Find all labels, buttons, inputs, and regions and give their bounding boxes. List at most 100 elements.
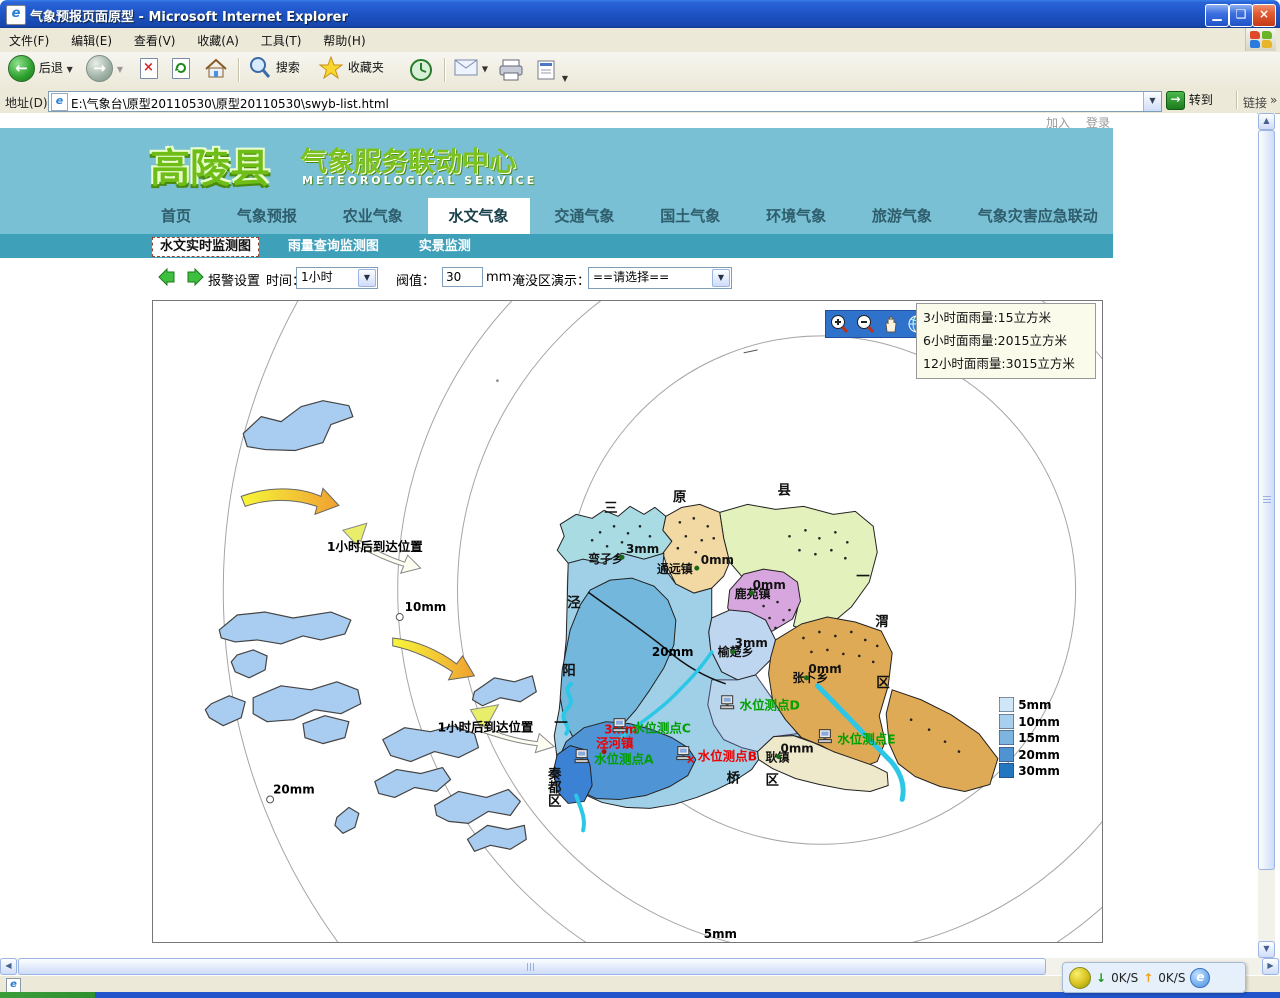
edit-icon	[536, 59, 558, 81]
char-yang: 阳	[562, 663, 575, 679]
title-bar: e 气象预报页面原型 - Microsoft Internet Explorer…	[0, 0, 1280, 28]
rain-gengzhen: 0mm	[781, 742, 814, 756]
network-speed-widget[interactable]: ↓ 0K/S ↑ 0K/S e	[1062, 962, 1246, 993]
refresh-button[interactable]	[172, 58, 190, 88]
subnav-rainfall-query[interactable]: 雨量查询监测图	[281, 238, 386, 256]
home-button[interactable]	[204, 57, 228, 87]
flood-demo-label: 淹没区演示：	[512, 270, 590, 289]
station-E-pc-icon	[818, 730, 831, 743]
menu-view[interactable]: 查看(V)	[125, 28, 185, 53]
favorites-label: 收藏夹	[348, 61, 384, 75]
upload-arrow-icon: ↑	[1143, 971, 1153, 985]
menu-file[interactable]: 文件(F)	[0, 28, 58, 53]
pager-arrows[interactable]	[158, 268, 204, 286]
time-select-dropdown-icon[interactable]: ▼	[358, 269, 376, 287]
go-button[interactable]: → 转到	[1166, 91, 1213, 111]
station-B[interactable]: × 水位测点B	[677, 747, 757, 767]
menu-tools[interactable]: 工具(T)	[252, 28, 311, 53]
label-jinghezhen: 泾河镇	[596, 736, 634, 751]
threshold-input[interactable]: 30	[442, 267, 483, 287]
edit-dropdown-icon[interactable]: ▼	[562, 74, 568, 83]
nav-tab-land[interactable]: 国土气象	[639, 198, 741, 234]
legend-row: 30mm	[999, 763, 1060, 780]
time-select[interactable]: 1小时 ▼	[296, 267, 378, 289]
legend-label-20mm: 20mm	[1018, 748, 1060, 762]
char-qu-right: 区	[876, 675, 890, 691]
minimize-button[interactable]: ▁	[1205, 4, 1229, 27]
horizontal-scroll-thumb[interactable]	[18, 958, 1046, 975]
station-D-pc-icon	[721, 696, 734, 709]
threshold-unit: mm	[486, 270, 511, 285]
go-arrow-icon: →	[1166, 91, 1185, 110]
back-dropdown-icon[interactable]: ▼	[67, 65, 73, 74]
links-label[interactable]: 链接	[1243, 94, 1267, 111]
scroll-right-icon[interactable]: ▶	[1262, 958, 1279, 975]
label-tongyuanzhen: 通远镇	[657, 561, 693, 576]
browser-toolbar: ← 后退 ▼ → ▼ × 搜索 收藏夹	[0, 52, 1280, 90]
map-zoom-out-icon[interactable]	[855, 314, 875, 334]
nav-tab-home[interactable]: 首页	[140, 198, 212, 234]
subnav-realtime-monitor[interactable]: 水文实时监测图	[152, 237, 259, 257]
flood-select-dropdown-icon[interactable]: ▼	[712, 269, 730, 287]
vertical-scroll-thumb[interactable]	[1258, 130, 1275, 870]
ie-app-icon: e	[6, 5, 26, 25]
back-icon: ←	[8, 55, 35, 82]
char-yuan: 原	[673, 489, 687, 505]
favorites-button[interactable]: 收藏夹	[318, 55, 384, 85]
main-navigation: 首页 气象预报 农业气象 水文气象 交通气象 国土气象 环境气象 旅游气象 气象…	[0, 198, 1113, 234]
back-button[interactable]: ← 后退 ▼	[8, 55, 73, 85]
legend-label-15mm: 15mm	[1018, 731, 1060, 745]
nav-tab-tourism[interactable]: 旅游气象	[851, 198, 953, 234]
legend-swatch-20mm	[999, 747, 1014, 762]
mail-button[interactable]: ▼	[454, 59, 488, 89]
rain-summary-6h: 6小时面雨量:2015立方米	[923, 329, 1089, 352]
scroll-up-icon[interactable]: ▲	[1258, 113, 1275, 130]
download-arrow-icon: ↓	[1096, 971, 1106, 985]
close-button[interactable]: ×	[1252, 4, 1276, 27]
scroll-down-icon[interactable]: ▼	[1258, 941, 1275, 958]
go-label: 转到	[1189, 93, 1213, 107]
nav-tab-agriculture[interactable]: 农业气象	[322, 198, 424, 234]
subnav-live-view[interactable]: 实景监测	[412, 238, 478, 256]
mail-dropdown-icon[interactable]: ▼	[482, 65, 488, 74]
scroll-left-icon[interactable]: ◀	[0, 958, 17, 975]
nav-tab-traffic[interactable]: 交通气象	[533, 198, 635, 234]
nav-tab-hydrology[interactable]: 水文气象	[428, 198, 530, 234]
start-button-edge[interactable]	[0, 992, 95, 998]
label-wanzixiang: 弯子乡	[588, 551, 624, 566]
hydrology-map[interactable]: 10mm 20mm 5mm	[152, 300, 1103, 943]
map-pan-hand-icon[interactable]	[881, 314, 901, 334]
site-masthead: 高陵县 气象服务联动中心 METEOROLOGICAL SERVICE	[0, 128, 1113, 198]
menu-favorites[interactable]: 收藏(A)	[188, 28, 248, 53]
page-ie-icon: e	[51, 93, 68, 111]
vertical-scrollbar[interactable]: ▲ ▼	[1258, 113, 1275, 958]
forward-button[interactable]: → ▼	[86, 55, 123, 85]
restore-button[interactable]: ❏	[1229, 4, 1253, 27]
nav-tab-environment[interactable]: 环境气象	[745, 198, 847, 234]
legend-row: 15mm	[999, 730, 1060, 747]
stop-button[interactable]: ×	[140, 58, 158, 88]
legend-swatch-10mm	[999, 714, 1014, 729]
rain-tongyuanzhen: 0mm	[701, 553, 734, 567]
history-clock-icon	[408, 57, 434, 83]
search-button[interactable]: 搜索	[248, 55, 300, 85]
edit-button[interactable]: ▼	[536, 59, 568, 89]
station-B-alert-x-icon: ×	[686, 753, 696, 767]
map-zoom-in-icon[interactable]	[829, 314, 849, 334]
address-input[interactable]: e E:\气象台\原型20110530\原型20110530\swyb-list…	[48, 91, 1162, 112]
address-separator	[1236, 91, 1238, 109]
history-button[interactable]	[408, 57, 434, 87]
station-C-label: 水位测点C	[632, 721, 691, 736]
menu-edit[interactable]: 编辑(E)	[62, 28, 121, 53]
menu-help[interactable]: 帮助(H)	[314, 28, 374, 53]
flood-select-value: ==请选择==	[589, 270, 669, 284]
links-chevron-icon[interactable]: »	[1270, 93, 1277, 107]
address-dropdown-icon[interactable]: ▼	[1143, 92, 1161, 111]
forward-dropdown-icon[interactable]: ▼	[117, 65, 123, 74]
sub-navigation: 水文实时监测图 雨量查询监测图 实景监测	[0, 234, 1113, 258]
print-button[interactable]	[498, 59, 524, 89]
nav-tab-forecast[interactable]: 气象预报	[216, 198, 318, 234]
flood-demo-select[interactable]: ==请选择== ▼	[588, 267, 732, 289]
search-icon	[248, 55, 272, 81]
nav-tab-emergency[interactable]: 气象灾害应急联动	[957, 198, 1119, 234]
